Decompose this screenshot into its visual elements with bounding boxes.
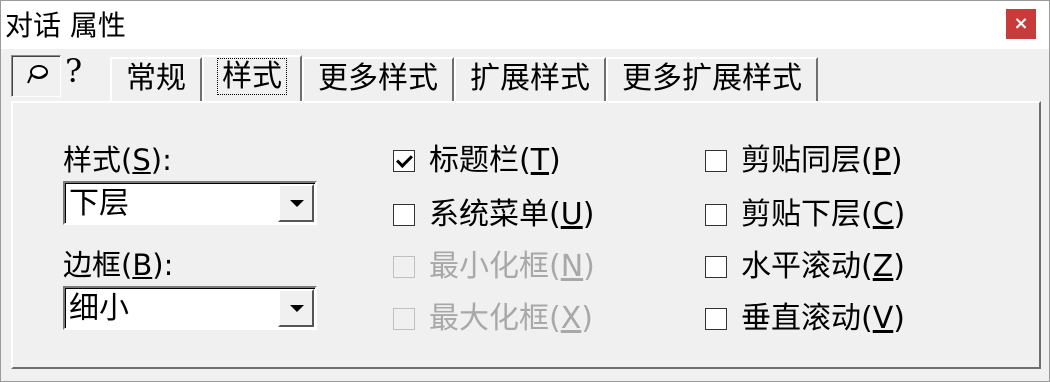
tab-strip: 常规 样式 更多样式 扩展样式 更多扩展样式 <box>110 55 818 103</box>
title-bar[interactable]: 对话 属性 × <box>1 1 1049 49</box>
checkbox-label: 水平滚动(Z) <box>741 249 905 284</box>
checkbox-maximize-box: 最大化框(X) <box>393 301 593 337</box>
checkbox-label: 最大化框(X) <box>429 301 593 336</box>
checkbox-clip-children[interactable]: 剪贴下层(C) <box>705 197 905 233</box>
tab-label: 扩展样式 <box>470 61 590 96</box>
chevron-down-icon <box>290 200 304 207</box>
checkbox-box[interactable] <box>705 308 727 330</box>
checkbox-label: 剪贴下层(C) <box>741 197 906 232</box>
help-icon[interactable]: ? <box>65 51 82 91</box>
style-select[interactable]: 下层 <box>63 181 317 225</box>
checkbox-label: 垂直滚动(V) <box>741 301 905 336</box>
checkbox-clip-siblings[interactable]: 剪贴同层(P) <box>705 143 903 179</box>
checkbox-minimize-box: 最小化框(N) <box>393 249 595 285</box>
tab-more-extended-styles[interactable]: 更多扩展样式 <box>606 57 818 101</box>
checkbox-box[interactable] <box>393 150 415 172</box>
checkbox-title-bar[interactable]: 标题栏(T) <box>393 143 561 179</box>
checkbox-label: 系统菜单(U) <box>429 197 595 232</box>
checkbox-system-menu[interactable]: 系统菜单(U) <box>393 197 594 233</box>
checkbox-label: 剪贴同层(P) <box>741 143 903 178</box>
style-field-label: 样式(S): <box>63 143 172 177</box>
pin-toggle-button[interactable] <box>11 55 61 97</box>
style-dropdown-button[interactable] <box>278 184 314 222</box>
border-select-value: 细小 <box>69 291 129 326</box>
checkbox-box[interactable] <box>705 204 727 226</box>
checkbox-label: 标题栏(T) <box>429 143 561 178</box>
border-dropdown-button[interactable] <box>278 289 314 327</box>
window-title: 对话 属性 <box>5 9 126 42</box>
border-field-label: 边框(B): <box>63 248 174 282</box>
checkbox-horizontal-scroll[interactable]: 水平滚动(Z) <box>705 249 905 285</box>
tab-label: 常规 <box>126 61 186 96</box>
checkbox-box[interactable] <box>705 150 727 172</box>
checkbox-vertical-scroll[interactable]: 垂直滚动(V) <box>705 301 905 337</box>
pushpin-icon <box>27 65 48 84</box>
checkbox-box <box>393 308 415 330</box>
tab-label: 样式 <box>217 58 287 95</box>
tab-style[interactable]: 样式 <box>202 55 302 103</box>
checkbox-box[interactable] <box>393 204 415 226</box>
border-select[interactable]: 细小 <box>63 286 317 330</box>
style-select-value: 下层 <box>69 186 129 221</box>
chevron-down-icon <box>290 305 304 312</box>
checkbox-label: 最小化框(N) <box>429 249 595 284</box>
tab-extended-styles[interactable]: 扩展样式 <box>454 57 606 101</box>
close-button[interactable]: × <box>1006 9 1036 39</box>
checkbox-box[interactable] <box>705 256 727 278</box>
checkbox-box <box>393 256 415 278</box>
tab-label: 更多样式 <box>318 61 438 96</box>
dialog-properties-window: 对话 属性 × ? 常规 样式 更多样式 扩展样式 更多扩展样式 样式(S): … <box>0 0 1050 382</box>
tab-panel-style: 样式(S): 下层 边框(B): 细小 标题栏(T) 系统菜单(U) 最小化框(… <box>11 101 1041 369</box>
tab-general[interactable]: 常规 <box>110 57 202 101</box>
tab-label: 更多扩展样式 <box>622 61 802 96</box>
tab-more-styles[interactable]: 更多样式 <box>302 57 454 101</box>
